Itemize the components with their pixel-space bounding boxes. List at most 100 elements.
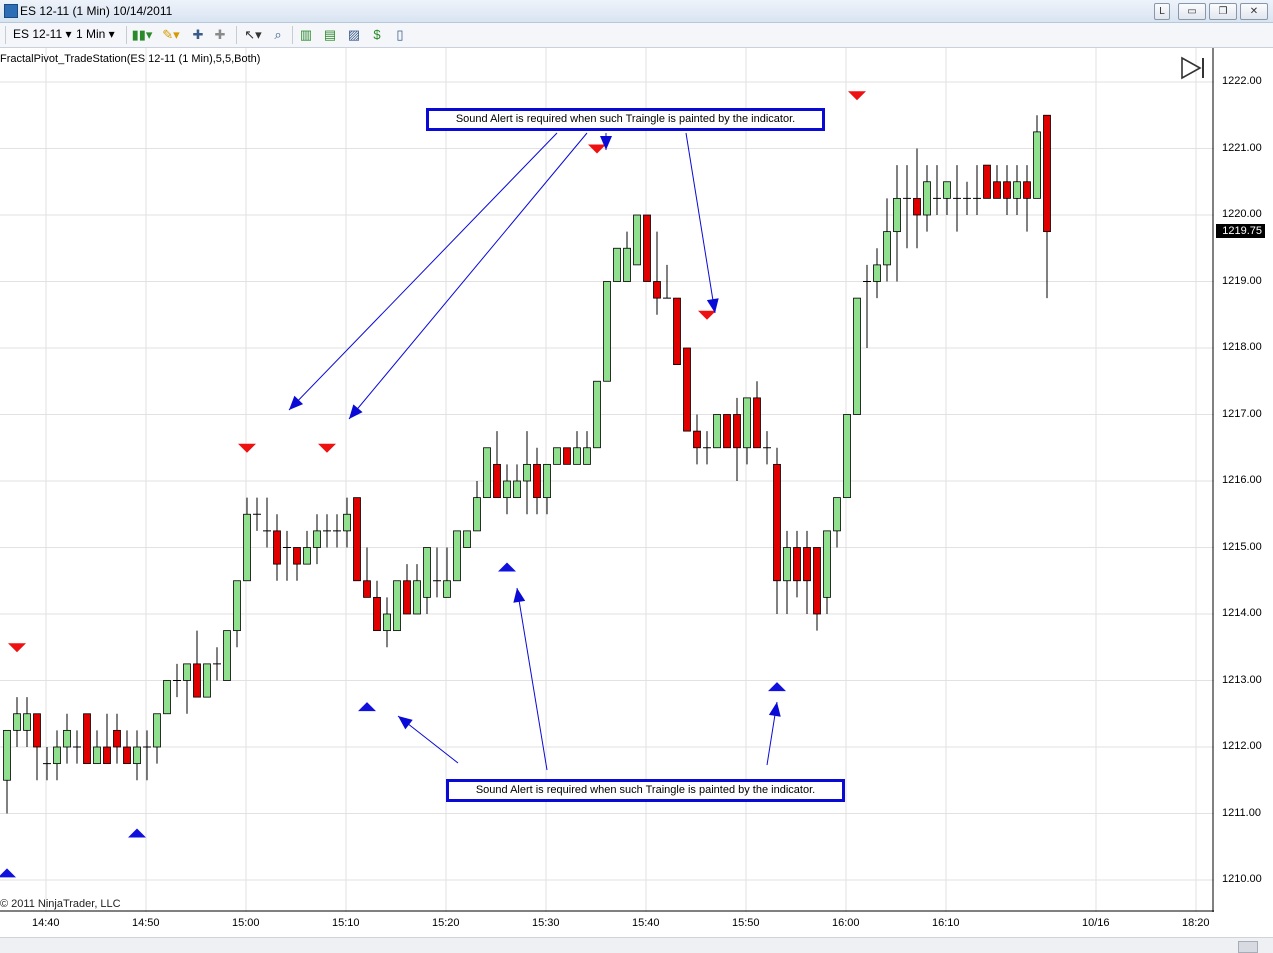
toolbar-separator <box>126 26 127 44</box>
time-tick-label: 10/16 <box>1082 917 1110 929</box>
candle-up <box>413 580 421 615</box>
price-tick-label: 1211.00 <box>1222 806 1261 819</box>
candle-up <box>743 397 751 449</box>
interval-selector[interactable]: 1 Min ▾ <box>76 27 115 41</box>
candle-down <box>1023 181 1031 199</box>
candle-up <box>503 480 511 499</box>
dollar-icon[interactable]: $ <box>369 27 385 43</box>
candle-up <box>603 281 611 382</box>
fractal-down-triangle <box>698 310 716 320</box>
candle-up <box>883 231 891 266</box>
candle-up <box>53 746 61 765</box>
candle-up <box>943 181 951 199</box>
candle-down <box>723 414 731 449</box>
candle-up <box>133 746 141 765</box>
zoom-icon[interactable]: ⌕ <box>270 27 286 43</box>
annotation-arrow <box>685 132 716 314</box>
candle-down <box>653 281 661 299</box>
annotation-arrowhead <box>349 404 363 419</box>
candle-up <box>233 580 241 632</box>
close-button[interactable]: ✕ <box>1240 3 1268 20</box>
chart-trader-icon[interactable]: ▨ <box>346 27 362 43</box>
cursor-pointer-icon[interactable]: ↖▾ <box>242 27 264 43</box>
candle-up <box>783 547 791 582</box>
candle-down <box>193 663 201 698</box>
candle-down <box>733 414 741 449</box>
candle-up <box>713 414 721 449</box>
candle-down <box>673 297 681 366</box>
bar-data-icon[interactable]: ▥ <box>298 27 314 43</box>
fractal-up-triangle <box>128 828 146 838</box>
candle-down <box>533 463 541 499</box>
pencil-draw-icon[interactable]: ✎▾ <box>160 27 182 43</box>
maximize-button[interactable]: ❐ <box>1209 3 1237 20</box>
app-icon <box>4 4 18 18</box>
candle-down <box>643 214 651 282</box>
candle-down <box>373 596 381 632</box>
candle-down <box>273 530 281 565</box>
alert-annotation-bottom-text: Sound Alert is required when such Traing… <box>475 784 816 796</box>
scrollbar-thumb[interactable] <box>1238 941 1258 953</box>
properties-icon[interactable]: ▤ <box>322 27 338 43</box>
candle-up <box>593 380 601 449</box>
candle-up <box>23 713 31 731</box>
candle-down <box>773 463 781 582</box>
candle-up <box>473 497 481 532</box>
interval-label: 1 Min <box>76 27 106 41</box>
strategy-icon[interactable]: ▯ <box>392 27 408 43</box>
candle-up <box>873 264 881 282</box>
candle-up <box>313 530 321 548</box>
time-tick-label: 15:40 <box>632 917 660 929</box>
alert-annotation-top-text: Sound Alert is required when such Traing… <box>455 113 796 125</box>
go-to-last-bar-icon[interactable] <box>1181 56 1207 80</box>
candle-up <box>163 680 171 715</box>
price-tick-label: 1210.00 <box>1222 873 1262 885</box>
toolbar-separator <box>5 26 6 44</box>
insert-marker-icon[interactable]: ✚ <box>190 27 206 43</box>
candle-up <box>1033 131 1041 199</box>
candle-down <box>103 746 111 765</box>
time-tick-label: 16:00 <box>832 917 860 929</box>
price-axis[interactable]: 1222.00 1221.00 1220.00 1219.00 1218.00 1217.… <box>1214 48 1273 912</box>
instrument-label: ES 12-11 <box>13 27 63 41</box>
candle-down <box>693 430 701 449</box>
candle-down <box>123 746 131 765</box>
price-tick-label: 1222.00 <box>1222 75 1262 87</box>
window-title: ES 12-11 (1 Min) 10/14/2011 <box>20 4 173 18</box>
instrument-selector[interactable]: ES 12-11 ▾ <box>13 27 72 41</box>
candle-down <box>753 397 761 449</box>
fractal-down-triangle <box>8 643 26 653</box>
candle-up <box>443 580 451 598</box>
candle-up <box>543 463 551 499</box>
annotation-arrowhead <box>398 716 413 730</box>
link-button[interactable]: L <box>1154 3 1170 20</box>
remove-marker-icon[interactable]: ✚ <box>212 27 228 43</box>
candle-down <box>983 164 991 199</box>
candle-up <box>3 729 11 781</box>
candle-down <box>813 547 821 615</box>
candle-down <box>563 447 571 465</box>
annotation-arrow <box>348 132 588 420</box>
toolbar-separator <box>292 26 293 44</box>
candle-down <box>683 347 691 432</box>
candle-up <box>523 463 531 482</box>
time-tick-label: 16:10 <box>932 917 960 929</box>
candle-up <box>553 447 561 465</box>
fractal-up-triangle <box>768 682 786 692</box>
price-tick-label: 1218.00 <box>1222 341 1262 353</box>
time-tick-label: 15:50 <box>732 917 760 929</box>
candle-up <box>13 713 21 731</box>
alert-annotation-bottom: Sound Alert is required when such Traing… <box>446 779 845 802</box>
price-tick-label: 1213.00 <box>1222 673 1262 686</box>
candle-down <box>913 197 921 216</box>
candle-down <box>793 547 801 582</box>
candle-up <box>483 447 491 499</box>
candle-up <box>513 480 521 499</box>
minimize-button[interactable]: ▭ <box>1178 3 1206 20</box>
fractal-up-triangle <box>498 562 516 572</box>
candle-up <box>223 630 231 681</box>
annotation-arrowhead <box>768 702 781 717</box>
horizontal-scrollbar[interactable] <box>0 937 1273 953</box>
candle-up <box>833 497 841 532</box>
candlestick-style-icon[interactable]: ▮▮▾ <box>131 27 153 43</box>
